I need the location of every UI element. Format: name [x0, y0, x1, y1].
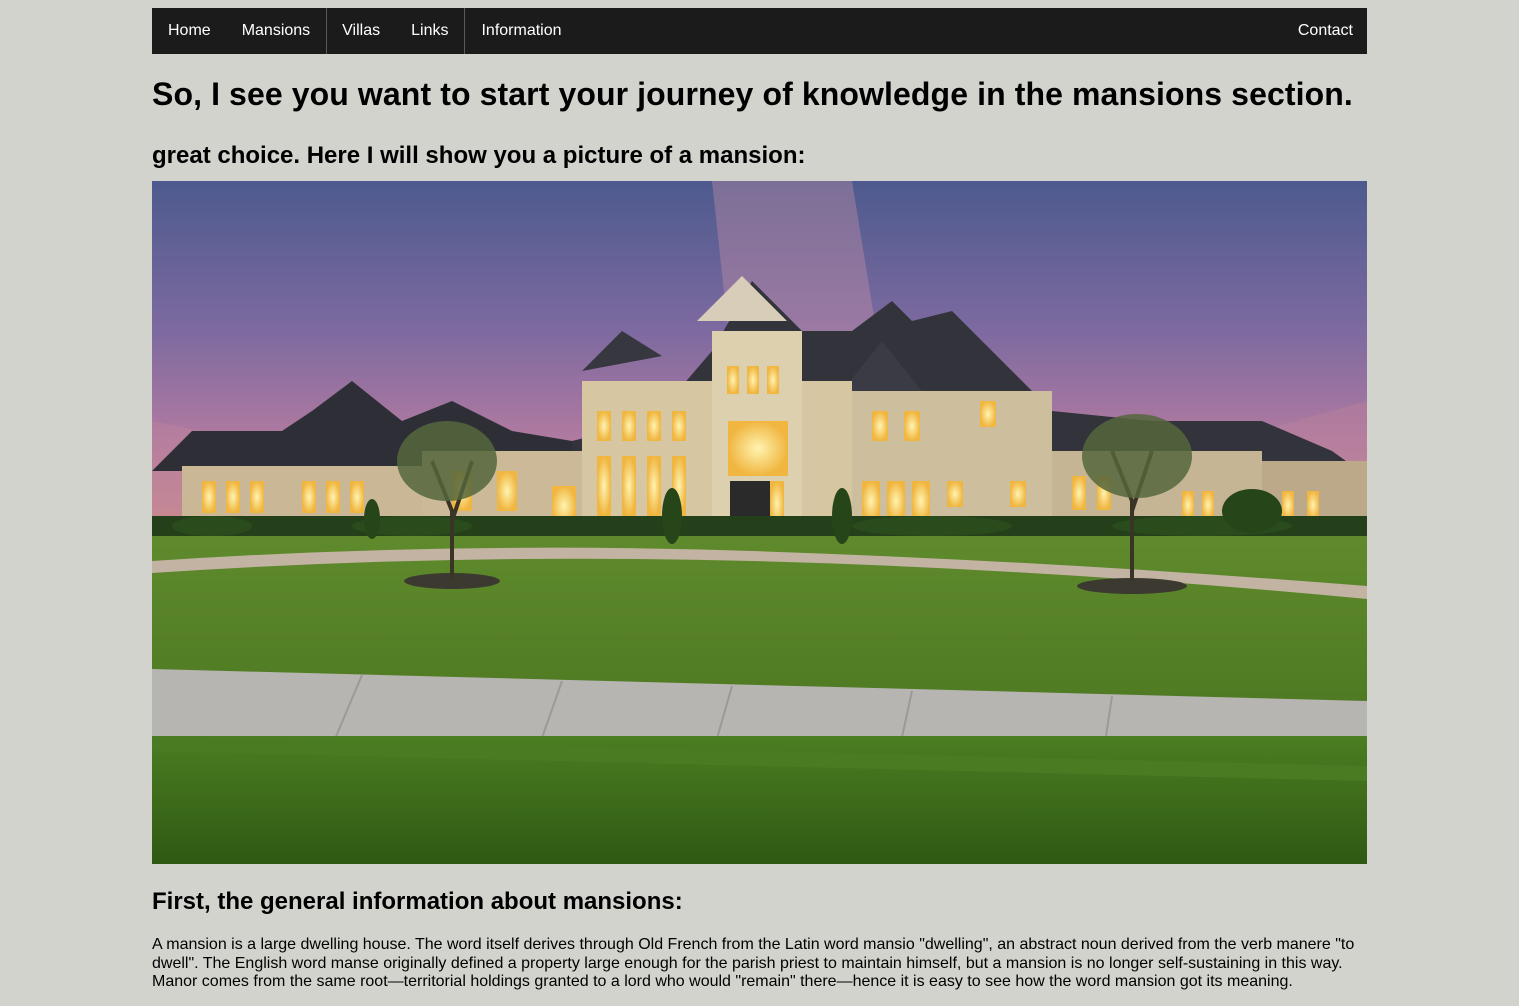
page-container: Home Mansions Villas Links Information C… — [152, 8, 1367, 990]
page-title: So, I see you want to start your journey… — [152, 76, 1353, 112]
nav-links[interactable]: Links — [396, 8, 464, 54]
nav-information[interactable]: Information — [465, 8, 577, 54]
nav-contact[interactable]: Contact — [1282, 8, 1367, 54]
info-paragraph: A mansion is a large dwelling house. The… — [152, 936, 1355, 990]
top-nav: Home Mansions Villas Links Information C… — [152, 8, 1367, 54]
section-heading: First, the general information about man… — [152, 888, 683, 915]
page-subtitle: great choice. Here I will show you a pic… — [152, 142, 806, 169]
mansion-photo — [152, 181, 1367, 864]
nav-villas[interactable]: Villas — [327, 8, 396, 54]
nav-home[interactable]: Home — [152, 8, 227, 54]
nav-mansions[interactable]: Mansions — [227, 8, 326, 54]
